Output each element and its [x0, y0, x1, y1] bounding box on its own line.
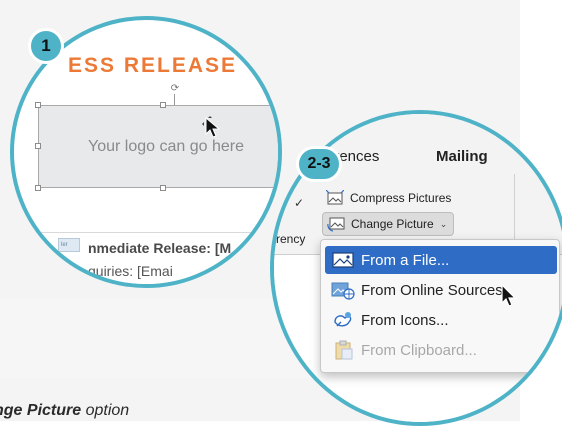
menu-item-from-file[interactable]: From a File... [325, 246, 557, 274]
menu-item-label: From Icons... [361, 311, 449, 329]
caption-bold: nge Picture [0, 402, 82, 419]
change-picture-icon [327, 217, 345, 232]
resize-handle-w[interactable] [35, 143, 41, 149]
icons-icon [334, 312, 352, 327]
clipboard-icon [335, 340, 353, 360]
resize-handle-nw[interactable] [35, 102, 41, 108]
change-picture-button[interactable]: Change Picture ⌄ [322, 212, 455, 236]
change-picture-menu: From a File... From Online Sources From … [320, 239, 560, 373]
chevron-down-icon: ⌄ [439, 218, 448, 229]
checkmark-icon: ✓ [294, 196, 305, 210]
step-badge-1: 1 [28, 28, 64, 64]
header-divider [14, 232, 278, 233]
logo-placeholder-text: Your logo can go here [88, 138, 244, 155]
compress-pictures-button[interactable]: Compress Pictures [326, 190, 451, 206]
resize-handle-n[interactable] [160, 102, 166, 108]
tab-mailings[interactable]: Mailing [436, 148, 488, 165]
inquiries-text: quiries: [Emai [88, 263, 173, 279]
move-cursor-icon [202, 116, 221, 138]
document-body [14, 230, 278, 284]
caption-rest: option [81, 402, 130, 419]
ribbon-divider [514, 174, 515, 244]
menu-item-from-icons[interactable]: From Icons... [325, 306, 557, 334]
menu-item-from-online-sources[interactable]: From Online Sources [325, 276, 557, 304]
change-picture-label: Change Picture [351, 217, 434, 231]
resize-handle-sw[interactable] [35, 185, 41, 191]
menu-item-from-clipboard[interactable]: From Clipboard... [325, 336, 557, 364]
mouse-pointer-icon [501, 284, 517, 307]
header-tab-marker: ler [58, 238, 80, 252]
image-file-icon [332, 252, 354, 268]
press-release-title: ESS RELEASE [68, 54, 238, 77]
figure-caption: nge Picture option [0, 402, 129, 420]
resize-handle-s[interactable] [160, 185, 166, 191]
transparency-label[interactable]: rency [276, 232, 305, 246]
immediate-release-text: nmediate Release: [M [88, 240, 232, 256]
rotate-handle-icon[interactable]: ⟳ [170, 84, 180, 94]
menu-item-label: From Online Sources [361, 281, 503, 299]
step-badge-2-3: 2-3 [296, 146, 342, 182]
menu-item-label: From Clipboard... [361, 341, 477, 359]
compress-pictures-icon [326, 190, 344, 205]
menu-item-label: From a File... [361, 251, 450, 269]
online-image-icon [331, 282, 355, 300]
compress-pictures-label: Compress Pictures [350, 191, 452, 205]
